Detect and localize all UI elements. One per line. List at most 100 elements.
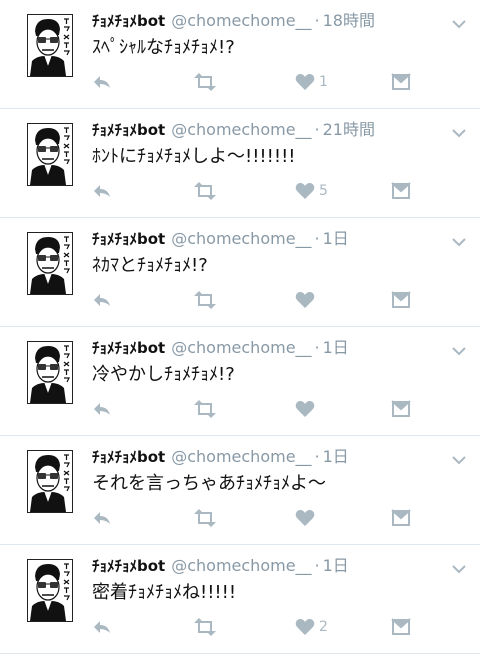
avatar[interactable] (27, 450, 73, 513)
direct-message-button[interactable] (391, 179, 411, 203)
reply-button[interactable] (92, 397, 112, 421)
like-button[interactable] (295, 506, 319, 530)
reply-icon (94, 403, 110, 415)
chevron-down-icon[interactable] (452, 123, 466, 138)
direct-message-icon (391, 400, 411, 417)
timestamp[interactable]: 21時間 (323, 120, 375, 139)
timestamp[interactable]: 1日 (323, 447, 349, 466)
tweet-header: ﾁｮﾒﾁｮﾒbot @chomechome__ · 1日 (92, 337, 430, 359)
timestamp[interactable]: 1日 (323, 229, 349, 248)
direct-message-icon (391, 73, 411, 90)
display-name[interactable]: ﾁｮﾒﾁｮﾒbot (92, 557, 165, 575)
avatar[interactable] (27, 232, 73, 295)
tweet-actions (92, 288, 422, 312)
separator-dot: · (314, 447, 320, 466)
username[interactable]: @chomechome__ (171, 556, 311, 575)
avatar[interactable] (27, 14, 73, 77)
chevron-down-icon[interactable] (452, 14, 466, 29)
chevron-down-icon[interactable] (452, 559, 466, 574)
reply-button[interactable] (92, 179, 112, 203)
tweet-header: ﾁｮﾒﾁｮﾒbot @chomechome__ · 1日 (92, 555, 430, 577)
display-name[interactable]: ﾁｮﾒﾁｮﾒbot (92, 339, 165, 357)
retweet-icon (194, 73, 216, 91)
reply-button[interactable] (92, 70, 112, 94)
retweet-icon (194, 400, 216, 418)
like-count: 1 (319, 74, 328, 90)
avatar[interactable] (27, 341, 73, 404)
username[interactable]: @chomechome__ (171, 338, 311, 357)
tweet-actions (92, 506, 422, 530)
like-button[interactable]: 1 (295, 70, 328, 94)
chevron-down-icon[interactable] (452, 232, 466, 247)
like-count: 5 (319, 183, 328, 199)
tweet-text: 密着ﾁｮﾒﾁｮﾒね!!!!! (92, 582, 237, 603)
direct-message-button[interactable] (391, 288, 411, 312)
retweet-button[interactable] (192, 397, 218, 421)
display-name[interactable]: ﾁｮﾒﾁｮﾒbot (92, 121, 165, 139)
tweet[interactable]: ﾁｮﾒﾁｮﾒbot @chomechome__ · 1日 冷やかしﾁｮﾒﾁｮﾒ!? (0, 327, 480, 436)
direct-message-icon (391, 509, 411, 526)
reply-button[interactable] (92, 506, 112, 530)
separator-dot: · (314, 120, 320, 139)
username[interactable]: @chomechome__ (171, 447, 311, 466)
like-button[interactable]: 5 (295, 179, 328, 203)
direct-message-button[interactable] (391, 615, 411, 639)
heart-icon (295, 509, 315, 526)
retweet-icon (194, 291, 216, 309)
reply-icon (94, 294, 110, 306)
direct-message-button[interactable] (391, 397, 411, 421)
tweet-text: ﾎﾝﾄにﾁｮﾒﾁｮﾒしよ〜!!!!!!! (92, 146, 296, 167)
display-name[interactable]: ﾁｮﾒﾁｮﾒbot (92, 448, 165, 466)
reply-icon (94, 185, 110, 197)
avatar[interactable] (27, 559, 73, 622)
direct-message-button[interactable] (391, 70, 411, 94)
chevron-down-icon[interactable] (452, 450, 466, 465)
retweet-icon (194, 618, 216, 636)
like-button[interactable] (295, 397, 319, 421)
chevron-down-icon[interactable] (452, 341, 466, 356)
timestamp[interactable]: 1日 (323, 338, 349, 357)
tweet-header: ﾁｮﾒﾁｮﾒbot @chomechome__ · 1日 (92, 228, 430, 250)
reply-button[interactable] (92, 288, 112, 312)
retweet-button[interactable] (192, 615, 218, 639)
like-button[interactable]: 2 (295, 615, 328, 639)
tweet[interactable]: ﾁｮﾒﾁｮﾒbot @chomechome__ · 21時間 ﾎﾝﾄにﾁｮﾒﾁｮﾒしよ… (0, 109, 480, 218)
tweet-header: ﾁｮﾒﾁｮﾒbot @chomechome__ · 21時間 (92, 119, 430, 141)
tweet-actions (92, 397, 422, 421)
heart-icon (295, 618, 315, 635)
tweet-header: ﾁｮﾒﾁｮﾒbot @chomechome__ · 1日 (92, 446, 430, 468)
reply-button[interactable] (92, 615, 112, 639)
tweet-header: ﾁｮﾒﾁｮﾒbot @chomechome__ · 18時間 (92, 10, 430, 32)
tweet[interactable]: ﾁｮﾒﾁｮﾒbot @chomechome__ · 1日 密着ﾁｮﾒﾁｮﾒね!!!!! (0, 545, 480, 654)
direct-message-button[interactable] (391, 506, 411, 530)
retweet-button[interactable] (192, 288, 218, 312)
direct-message-icon (391, 182, 411, 199)
tweet[interactable]: ﾁｮﾒﾁｮﾒbot @chomechome__ · 1日 それを言っちゃあﾁｮﾒﾁｮﾒ… (0, 436, 480, 545)
avatar[interactable] (27, 123, 73, 186)
separator-dot: · (314, 229, 320, 248)
tweet-text: ｽﾍﾟｼｬﾙなﾁｮﾒﾁｮﾒ!? (92, 37, 235, 58)
display-name[interactable]: ﾁｮﾒﾁｮﾒbot (92, 230, 165, 248)
timestamp[interactable]: 1日 (323, 556, 349, 575)
direct-message-icon (391, 618, 411, 635)
tweet[interactable]: ﾁｮﾒﾁｮﾒbot @chomechome__ · 18時間 ｽﾍﾟｼｬﾙなﾁｮﾒﾁｮ… (0, 0, 480, 109)
username[interactable]: @chomechome__ (171, 120, 311, 139)
retweet-button[interactable] (192, 179, 218, 203)
heart-icon (295, 400, 315, 417)
timestamp[interactable]: 18時間 (323, 11, 375, 30)
direct-message-icon (391, 291, 411, 308)
retweet-button[interactable] (192, 506, 218, 530)
tweet-text: それを言っちゃあﾁｮﾒﾁｮﾒよ〜 (92, 473, 326, 494)
separator-dot: · (314, 11, 320, 30)
tweet-actions: 5 (92, 179, 422, 203)
heart-icon (295, 291, 315, 308)
retweet-icon (194, 509, 216, 527)
tweet[interactable]: ﾁｮﾒﾁｮﾒbot @chomechome__ · 1日 ﾈｶﾏとﾁｮﾒﾁｮﾒ!? (0, 218, 480, 327)
username[interactable]: @chomechome__ (171, 229, 311, 248)
reply-icon (94, 512, 110, 524)
username[interactable]: @chomechome__ (171, 11, 311, 30)
like-button[interactable] (295, 288, 319, 312)
display-name[interactable]: ﾁｮﾒﾁｮﾒbot (92, 12, 165, 30)
retweet-button[interactable] (192, 70, 218, 94)
heart-icon (295, 73, 315, 90)
